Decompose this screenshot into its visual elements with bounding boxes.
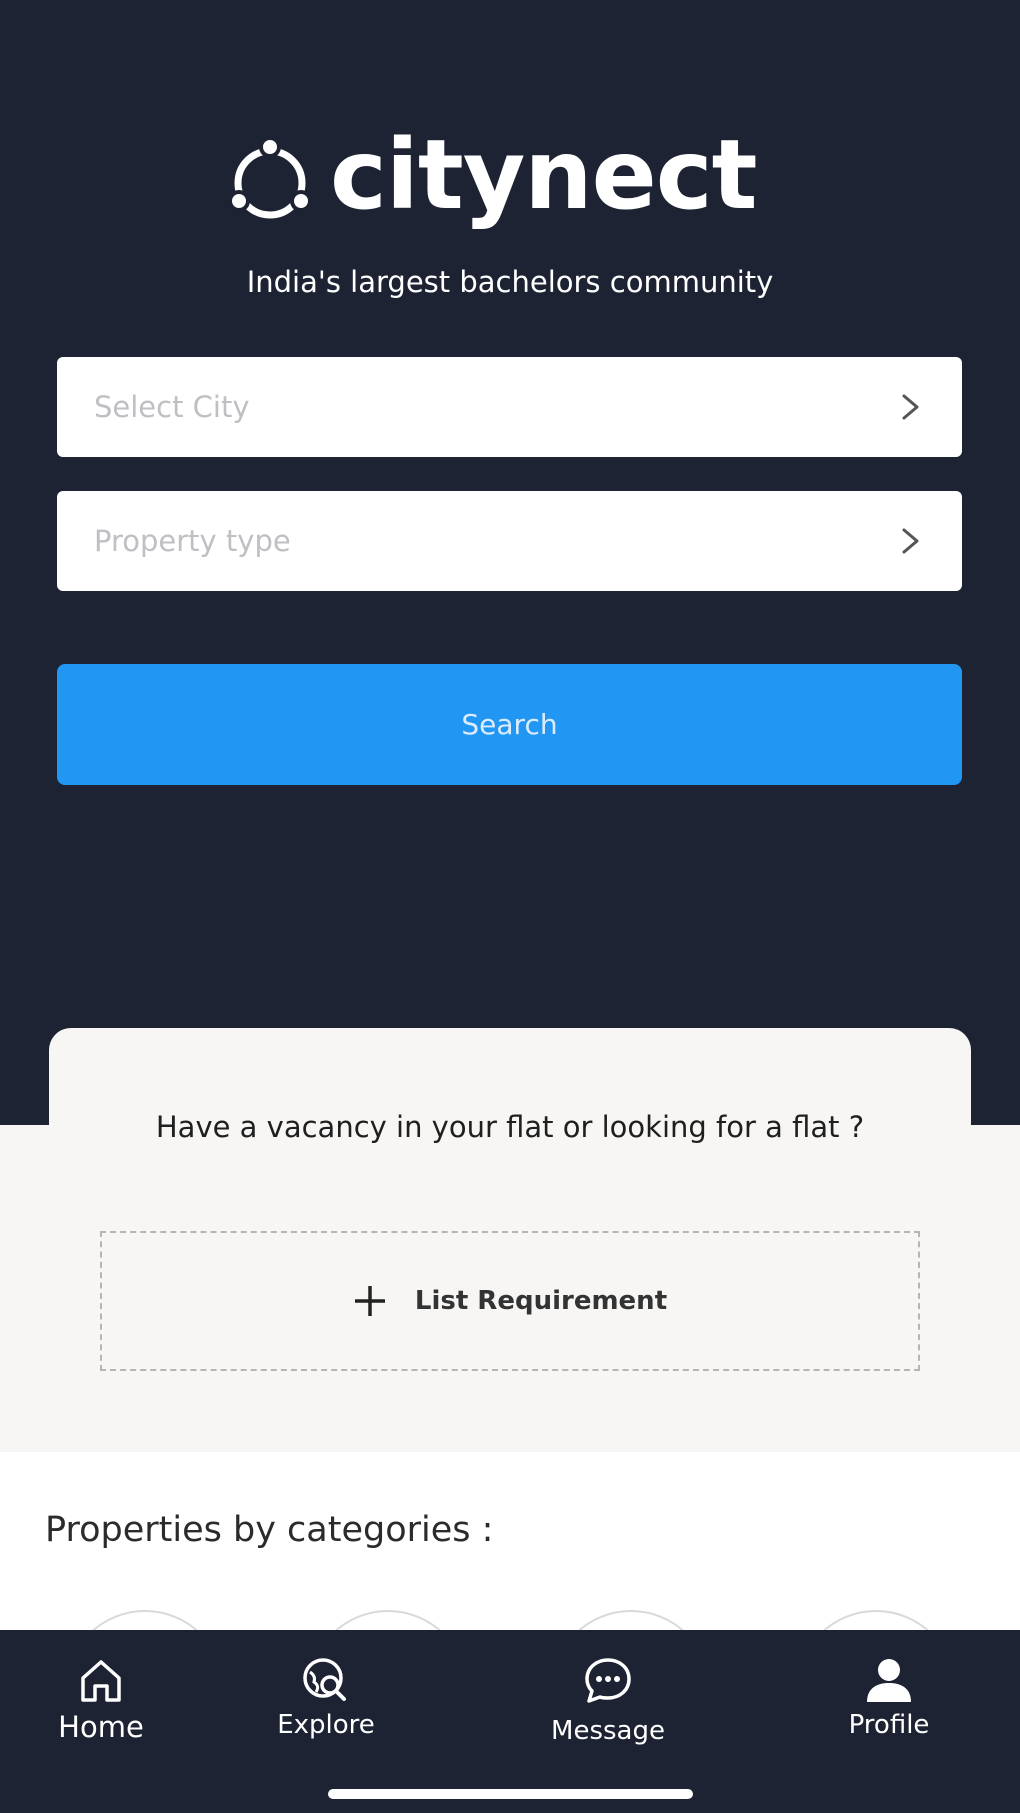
nav-item-explore[interactable]: Explore [226, 1652, 426, 1740]
chevron-right-icon [902, 394, 919, 420]
home-indicator [328, 1789, 693, 1799]
property-type-field[interactable]: Property type [57, 491, 962, 591]
search-button[interactable]: Search [57, 664, 962, 785]
plus-icon [354, 1286, 385, 1316]
list-requirement-label: List Requirement [414, 1286, 668, 1316]
bottom-navigation: Home Explore Message Profile [0, 1630, 1020, 1813]
logo-text: citynect [330, 119, 758, 231]
select-city-placeholder: Select City [94, 390, 250, 424]
nav-label-explore: Explore [277, 1710, 375, 1740]
nav-label-profile: Profile [848, 1710, 930, 1740]
chevron-right-icon [902, 528, 919, 554]
app-logo: citynect [220, 120, 810, 230]
profile-icon [867, 1659, 911, 1702]
tagline: India's largest bachelors community [246, 265, 774, 299]
list-requirement-button[interactable]: List Requirement [100, 1231, 920, 1371]
explore-icon [303, 1658, 346, 1701]
message-icon [585, 1658, 631, 1703]
nav-label-message: Message [551, 1716, 665, 1746]
home-icon [81, 1660, 121, 1702]
nav-item-message[interactable]: Message [508, 1652, 708, 1746]
nav-item-profile[interactable]: Profile [789, 1652, 989, 1740]
categories-title: Properties by categories : [45, 1510, 494, 1550]
nav-item-home[interactable]: Home [1, 1652, 201, 1744]
nav-label-home: Home [58, 1710, 144, 1744]
vacancy-question: Have a vacancy in your flat or looking f… [155, 1110, 865, 1144]
citynect-logo-icon [228, 136, 312, 219]
select-city-field[interactable]: Select City [57, 357, 962, 457]
property-type-placeholder: Property type [94, 524, 291, 558]
